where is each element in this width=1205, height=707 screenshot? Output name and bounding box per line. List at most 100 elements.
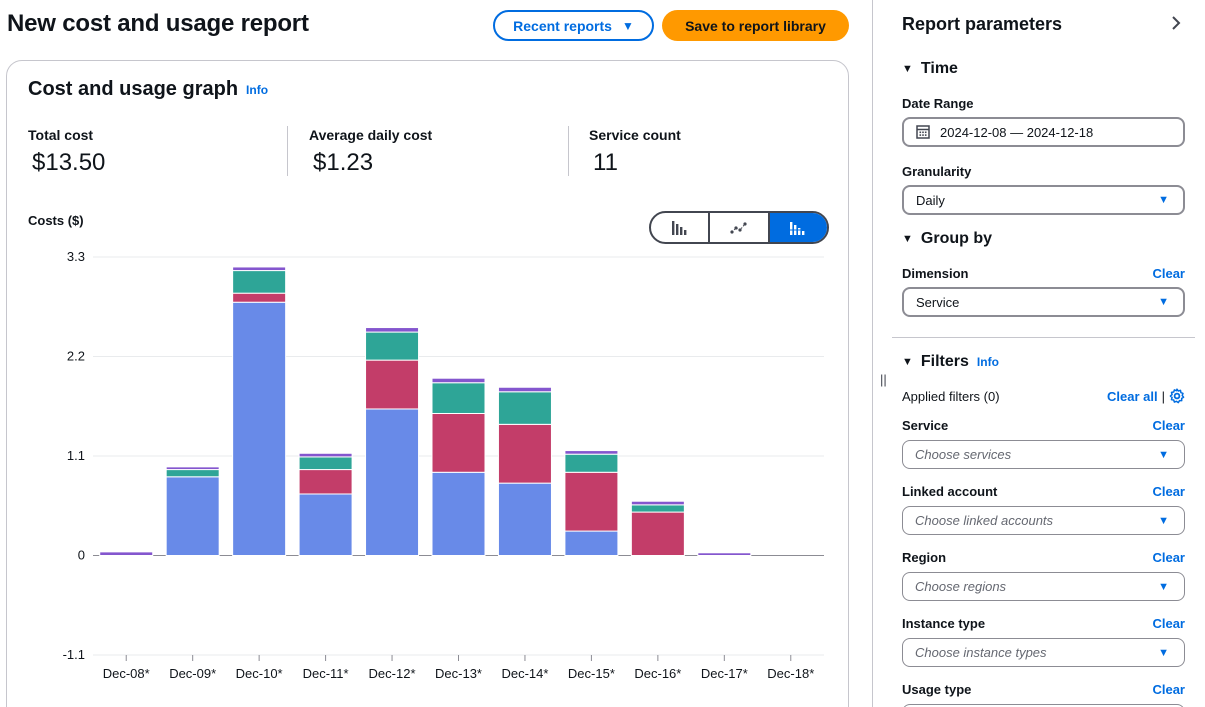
gear-icon[interactable] xyxy=(1169,388,1185,404)
bar-segment xyxy=(99,551,154,556)
service-filter-label: Service xyxy=(902,418,949,433)
linked-account-filter-multiselect[interactable]: Choose linked accounts ▼ xyxy=(902,506,1185,535)
instance-type-filter-multiselect[interactable]: Choose instance types ▼ xyxy=(902,638,1185,667)
recent-reports-label: Recent reports xyxy=(513,17,612,34)
bar-segment xyxy=(232,270,287,294)
x-tick-label: Dec-09* xyxy=(169,666,216,681)
bar-segment xyxy=(564,453,619,473)
time-section-toggle[interactable]: ▼ Time xyxy=(902,60,958,78)
caret-down-icon: ▼ xyxy=(902,356,913,368)
clear-all-link[interactable]: Clear all xyxy=(1107,389,1158,404)
dimension-value: Service xyxy=(916,294,960,310)
bar-segment xyxy=(431,382,486,414)
bar-segment xyxy=(497,386,552,393)
bar-segment xyxy=(365,331,420,361)
service-filter-multiselect[interactable]: Choose services ▼ xyxy=(902,440,1185,469)
panel-title: Report parameters xyxy=(902,14,1063,34)
bar-segment xyxy=(497,482,552,556)
bar-segment xyxy=(165,476,220,556)
recent-reports-button[interactable]: Recent reports ▼ xyxy=(493,10,654,41)
bar-segment xyxy=(365,408,420,556)
linked-account-filter-clear[interactable]: Clear xyxy=(1152,484,1185,499)
chevron-right-icon[interactable] xyxy=(1170,13,1182,38)
bar-segment xyxy=(298,452,353,458)
service-filter-clear[interactable]: Clear xyxy=(1152,418,1185,433)
bar-segment xyxy=(497,391,552,425)
bar-segment xyxy=(630,511,685,556)
caret-down-icon: ▼ xyxy=(1158,646,1169,659)
caret-down-icon: ▼ xyxy=(902,63,913,75)
filters-info-link[interactable]: Info xyxy=(977,355,999,369)
y-tick-label: 3.3 xyxy=(67,249,85,264)
bar-segment xyxy=(165,469,220,478)
bar-segment xyxy=(298,456,353,471)
bar-segment xyxy=(232,266,287,272)
time-heading: Time xyxy=(920,60,958,77)
save-to-report-library-button[interactable]: Save to report library xyxy=(662,10,849,41)
bar-segment xyxy=(298,469,353,495)
filters-section-toggle[interactable]: ▼ Filters Info xyxy=(902,353,999,371)
y-tick-label: 2.2 xyxy=(67,349,85,364)
bar-segment xyxy=(365,327,420,333)
granularity-label: Granularity xyxy=(902,164,972,179)
granularity-value: Daily xyxy=(916,192,945,208)
dimension-label: Dimension xyxy=(902,266,969,281)
region-filter-multiselect[interactable]: Choose regions ▼ xyxy=(902,572,1185,601)
x-tick-label: Dec-17* xyxy=(701,666,748,681)
page-title: New cost and usage report xyxy=(7,10,309,37)
x-tick-label: Dec-15* xyxy=(568,666,615,681)
bar-segment xyxy=(431,412,486,473)
date-range-picker[interactable]: 2024-12-08 — 2024-12-18 xyxy=(902,117,1185,147)
filters-heading: Filters xyxy=(920,353,969,370)
bar-segment xyxy=(298,493,353,556)
usage-type-filter-clear[interactable]: Clear xyxy=(1152,682,1185,697)
region-filter-placeholder: Choose regions xyxy=(915,579,1007,594)
y-tick-label: -1.1 xyxy=(63,647,85,662)
bar-segment xyxy=(697,552,752,557)
panel-divider xyxy=(872,0,873,707)
x-tick-label: Dec-12* xyxy=(369,666,416,681)
bar-segment xyxy=(365,359,420,410)
x-tick-label: Dec-14* xyxy=(501,666,548,681)
caret-down-icon: ▼ xyxy=(1158,448,1169,461)
bar-segment xyxy=(564,471,619,532)
instance-type-filter-clear[interactable]: Clear xyxy=(1152,616,1185,631)
granularity-select[interactable]: Daily ▼ xyxy=(902,185,1185,215)
clear-all-group: Clear all | xyxy=(1107,388,1185,404)
calendar-icon xyxy=(916,125,930,139)
bar-segment xyxy=(431,377,486,384)
caret-down-icon: ▼ xyxy=(1158,514,1169,527)
caret-down-icon: ▼ xyxy=(621,18,634,33)
x-tick-label: Dec-11* xyxy=(303,666,349,681)
dimension-clear-link[interactable]: Clear xyxy=(1152,266,1185,281)
x-tick-label: Dec-08* xyxy=(103,666,150,681)
bar-segment xyxy=(630,500,685,506)
x-tick-label: Dec-10* xyxy=(236,666,283,681)
cost-usage-graph-card: Cost and usage graph Info Total cost $13.… xyxy=(6,60,849,707)
bar-segment xyxy=(165,466,220,471)
usage-type-filter-label: Usage type xyxy=(902,682,972,697)
group-by-section-toggle[interactable]: ▼ Group by xyxy=(902,230,992,248)
bar-segment xyxy=(630,504,685,513)
bar-segment xyxy=(497,423,552,484)
bar-segment xyxy=(232,292,287,303)
caret-down-icon: ▼ xyxy=(902,233,913,245)
linked-account-filter-label: Linked account xyxy=(902,484,998,499)
x-tick-label: Dec-13* xyxy=(435,666,482,681)
date-range-value: 2024-12-08 — 2024-12-18 xyxy=(940,124,1094,140)
caret-down-icon: ▼ xyxy=(1158,580,1169,593)
caret-down-icon: ▼ xyxy=(1158,296,1169,308)
region-filter-clear[interactable]: Clear xyxy=(1152,550,1185,565)
dimension-select[interactable]: Service ▼ xyxy=(902,287,1185,317)
bar-segment xyxy=(564,450,619,455)
date-range-label: Date Range xyxy=(902,96,974,111)
y-tick-label: 0 xyxy=(78,548,85,563)
instance-type-filter-label: Instance type xyxy=(902,616,986,631)
region-filter-label: Region xyxy=(902,550,947,565)
x-tick-label: Dec-18* xyxy=(767,666,814,681)
bar-segment xyxy=(564,530,619,556)
y-tick-label: 1.1 xyxy=(67,448,85,463)
resize-handle-icon[interactable]: || xyxy=(880,372,887,387)
section-divider xyxy=(892,337,1195,338)
bar-segment xyxy=(232,301,287,556)
